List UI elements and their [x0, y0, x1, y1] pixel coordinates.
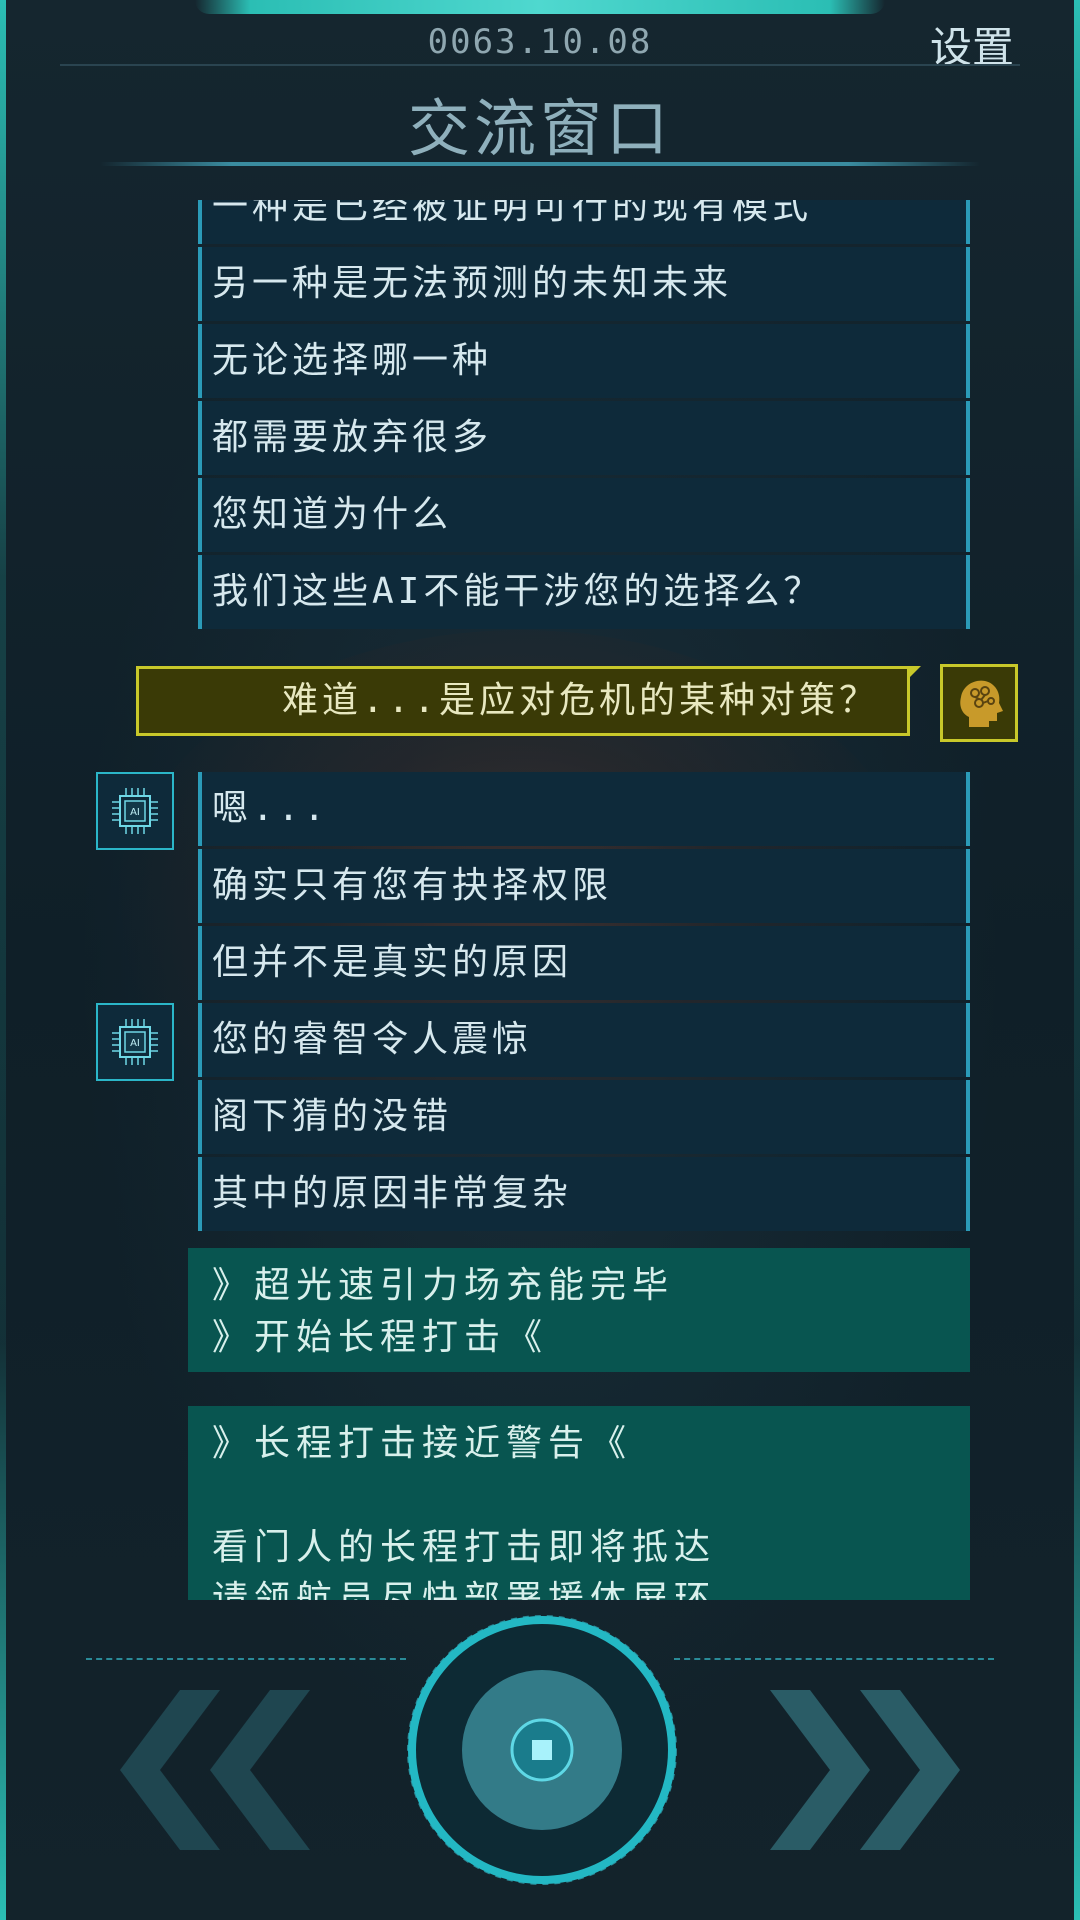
player-message: 难道...是应对危机的某种对策？: [136, 666, 921, 736]
ai-badge-label: AI: [130, 1038, 140, 1049]
chat-message: 另一种是无法预测的未知未来: [198, 247, 970, 321]
chat-message: 我们这些AI不能干涉您的选择么？: [198, 555, 970, 629]
notice-line: 请领航员尽快部署援体屏环: [212, 1579, 717, 1600]
divider-left: [86, 1658, 406, 1660]
stop-circle-icon: [407, 1615, 677, 1885]
double-chevron-right-icon: [770, 1690, 960, 1850]
double-chevron-left-icon: [120, 1690, 310, 1850]
chat-message: 一种是已经被证明可行的现有模式: [198, 200, 970, 244]
header-divider: [60, 64, 1020, 66]
chat-message: 嗯...: [198, 772, 970, 846]
ai-badge-label: AI: [130, 807, 140, 818]
chat-message: 您的睿智令人震惊: [198, 1003, 970, 1077]
ai-avatar: AI: [96, 1003, 174, 1081]
control-panel: [0, 1600, 1080, 1920]
chat-log[interactable]: 一种是已经被证明可行的现有模式 另一种是无法预测的未知未来 无论选择哪一种 都需…: [0, 200, 1080, 1600]
player-avatar: [940, 664, 1018, 742]
title-divider: [100, 162, 980, 166]
chip-ai-icon: AI: [112, 788, 158, 834]
chip-ai-icon: AI: [112, 1019, 158, 1065]
chat-message: 确实只有您有抉择权限: [198, 849, 970, 923]
notice-line: 》超光速引力场充能完毕: [212, 1265, 675, 1306]
forward-button[interactable]: [760, 1690, 980, 1850]
notice-line: 》开始长程打击《: [212, 1317, 549, 1358]
chat-message: 其中的原因非常复杂: [198, 1157, 970, 1231]
system-notice: 》超光速引力场充能完毕 》开始长程打击《: [188, 1248, 970, 1372]
chat-message: 都需要放弃很多: [198, 401, 970, 475]
chat-message: 但并不是真实的原因: [198, 926, 970, 1000]
page-title: 交流窗口: [407, 92, 672, 165]
notice-line: [212, 1470, 946, 1522]
back-button[interactable]: [100, 1690, 320, 1850]
divider-right: [674, 1658, 994, 1660]
stop-button[interactable]: [404, 1612, 680, 1888]
top-accent-bar: [195, 0, 885, 14]
notice-line: 看门人的长程打击即将抵达: [212, 1527, 717, 1568]
notice-line: 》长程打击接近警告《: [212, 1423, 633, 1464]
game-date: 0063.10.08: [427, 22, 653, 62]
warning-notice: 》长程打击接近警告《 看门人的长程打击即将抵达 请领航员尽快部署援体屏环: [188, 1406, 970, 1600]
brain-head-icon: [960, 680, 1003, 727]
chat-message: 无论选择哪一种: [198, 324, 970, 398]
ai-avatar: AI: [96, 772, 174, 850]
chat-message: 您知道为什么: [198, 478, 970, 552]
chat-message: 阁下猜的没错: [198, 1080, 970, 1154]
